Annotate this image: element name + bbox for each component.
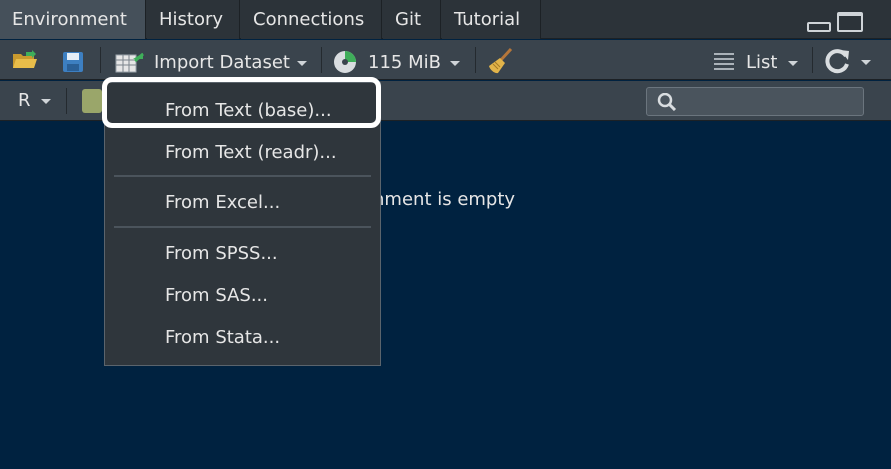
chevron-down-icon	[450, 61, 460, 66]
refresh-button[interactable]	[825, 47, 875, 75]
menu-separator	[114, 226, 371, 228]
menu-item-from-spss[interactable]: From SPSS...	[165, 243, 278, 264]
tab-environment[interactable]: Environment	[0, 0, 146, 39]
tab-tutorial[interactable]: Tutorial	[442, 0, 541, 39]
memory-usage-button[interactable]: 115 MiB	[333, 48, 463, 74]
environment-scope-icon[interactable]	[82, 89, 102, 113]
memory-pie-icon	[334, 51, 356, 73]
chevron-down-icon	[297, 61, 307, 66]
menu-item-from-sas[interactable]: From SAS...	[165, 285, 268, 306]
maximize-icon[interactable]	[837, 12, 863, 32]
toolbar-separator	[475, 47, 476, 73]
open-folder-icon[interactable]	[12, 50, 38, 70]
search-icon	[657, 93, 677, 111]
menu-separator	[114, 175, 371, 177]
language-label: R	[18, 90, 31, 111]
chevron-down-icon	[861, 60, 871, 65]
toolbar-separator	[812, 47, 813, 73]
menu-item-from-stata[interactable]: From Stata...	[165, 327, 280, 348]
menu-item-from-excel[interactable]: From Excel...	[165, 192, 280, 213]
tab-history[interactable]: History	[147, 0, 240, 39]
save-icon[interactable]	[62, 51, 84, 73]
toolbar-separator	[100, 47, 101, 73]
import-dataset-button[interactable]: Import Dataset	[115, 48, 320, 74]
tab-connections[interactable]: Connections	[241, 0, 382, 39]
highlight-annotation	[102, 77, 381, 128]
toolbar-separator	[66, 88, 67, 114]
tab-bar: Environment History Connections Git Tuto…	[0, 0, 891, 39]
memory-usage-label: 115 MiB	[368, 52, 441, 73]
view-mode-label: List	[746, 52, 778, 73]
broom-icon[interactable]	[487, 47, 515, 75]
import-table-icon	[115, 52, 149, 73]
chevron-down-icon	[41, 99, 51, 104]
chevron-down-icon	[788, 61, 798, 66]
minimize-icon[interactable]	[807, 22, 831, 32]
toolbar-separator	[321, 47, 322, 73]
import-dataset-label: Import Dataset	[154, 52, 290, 73]
list-icon	[714, 53, 734, 70]
tab-git[interactable]: Git	[383, 0, 441, 39]
refresh-icon	[825, 49, 849, 74]
search-input[interactable]	[646, 87, 864, 116]
view-mode-button[interactable]: List	[714, 48, 802, 74]
environment-toolbar: Import Dataset 115 MiB List	[0, 40, 891, 80]
menu-item-from-text-readr[interactable]: From Text (readr)...	[165, 142, 337, 163]
window-controls	[807, 12, 867, 34]
language-select[interactable]: R	[10, 89, 56, 113]
